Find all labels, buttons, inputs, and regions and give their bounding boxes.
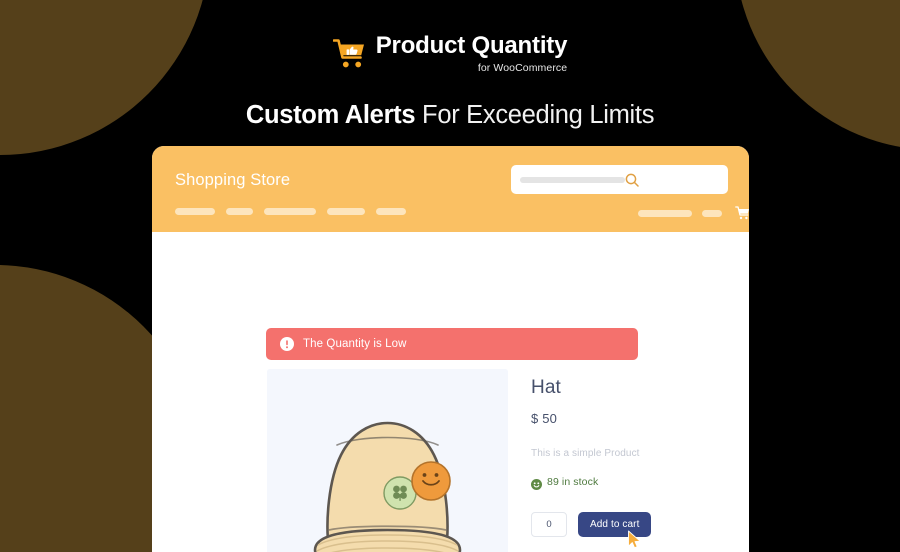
nav-pill[interactable] — [264, 208, 316, 215]
headline-strong: Custom Alerts — [245, 100, 416, 129]
page-headline: Custom Alerts For Exceeding Limits — [0, 101, 900, 130]
alert-message: The Quantity is Low — [303, 338, 407, 350]
nav-pill[interactable] — [175, 208, 215, 215]
search-bar[interactable] — [511, 165, 728, 194]
store-nav-right[interactable] — [638, 206, 750, 220]
brand-title: Product Quantity — [375, 32, 568, 59]
search-icon[interactable] — [625, 173, 639, 187]
quantity-input[interactable] — [531, 512, 567, 537]
product-image — [267, 369, 508, 552]
purchase-controls: Add to cart — [531, 512, 731, 549]
brand-text-group: Product Quantity for WooCommerce — [375, 32, 568, 74]
brand-subtitle: for WooCommerce — [477, 62, 568, 74]
product-description: This is a simple Product — [531, 448, 640, 459]
shopping-cart-thumbs-up-icon — [332, 38, 367, 70]
product-title: Hat — [531, 377, 561, 398]
stock-text: 89 in stock — [547, 476, 599, 488]
exclamation-circle-icon — [280, 337, 294, 351]
stock-status: 89 in stock — [531, 476, 731, 490]
nav-pill[interactable] — [226, 208, 253, 215]
hero-section: Product Quantity for WooCommerce Custom … — [0, 0, 900, 130]
smiley-face-icon — [531, 477, 542, 490]
nav-pill[interactable] — [638, 209, 692, 217]
nav-pill[interactable] — [702, 209, 722, 217]
brand-lockup: Product Quantity for WooCommerce — [0, 34, 900, 74]
low-quantity-alert: The Quantity is Low — [266, 328, 638, 360]
store-nav-left[interactable] — [175, 208, 406, 215]
add-to-cart-button[interactable]: Add to cart — [578, 512, 652, 537]
shopping-cart-icon[interactable] — [735, 206, 750, 220]
store-name: Shopping Store — [175, 171, 291, 189]
headline-light: For Exceeding Limits — [415, 100, 655, 129]
nav-pill[interactable] — [376, 208, 406, 215]
nav-pill[interactable] — [327, 208, 365, 215]
screenshot-root: Product Quantity for WooCommerce Custom … — [0, 0, 900, 552]
store-page-body: The Quantity is Low Hat $ 50 This is a s… — [152, 232, 749, 552]
product-details: Hat $ 50 This is a simple Product 89 in … — [531, 377, 731, 549]
search-input[interactable] — [520, 176, 625, 183]
product-price: $ 50 — [531, 411, 558, 426]
